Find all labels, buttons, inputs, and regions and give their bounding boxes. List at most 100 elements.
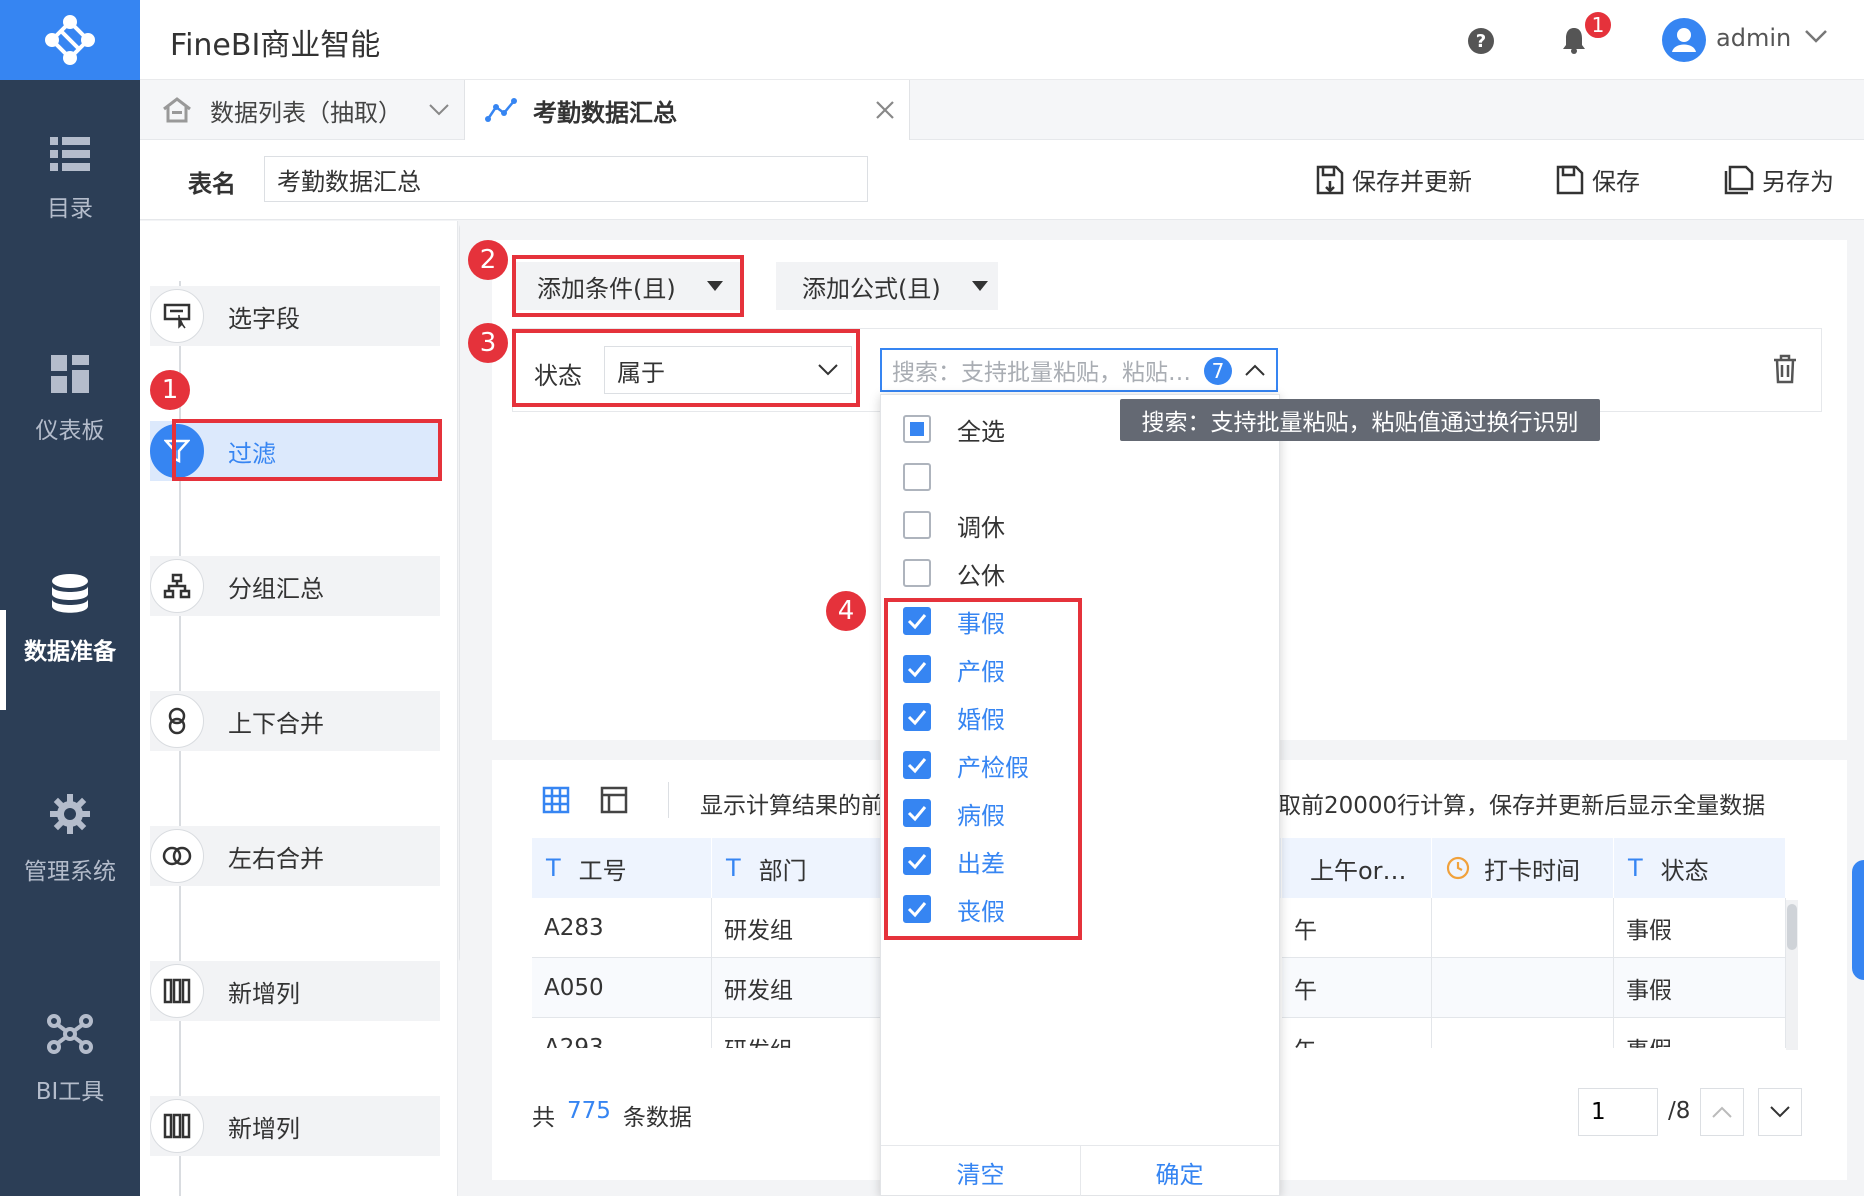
chevron-up-icon[interactable] bbox=[1244, 363, 1266, 377]
page-prev-button[interactable] bbox=[1700, 1088, 1744, 1136]
text-type-icon: T bbox=[546, 854, 561, 882]
save-as-button[interactable]: 另存为 bbox=[1724, 162, 1834, 197]
new-column-icon bbox=[150, 1099, 204, 1153]
col-label: 工号 bbox=[578, 856, 627, 885]
confirm-button[interactable]: 确定 bbox=[1080, 1155, 1279, 1190]
sidebar-item-label: 管理系统 bbox=[24, 859, 116, 885]
col-header-id[interactable]: T 工号 bbox=[532, 838, 712, 898]
col-label: 部门 bbox=[758, 856, 807, 885]
union-icon bbox=[150, 694, 204, 748]
app-logo[interactable] bbox=[0, 0, 140, 80]
tab-data-list[interactable]: 数据列表（抽取） bbox=[140, 80, 465, 140]
col-label: 打卡时间 bbox=[1484, 856, 1580, 885]
page-input[interactable] bbox=[1578, 1088, 1658, 1136]
grid-view-icon[interactable] bbox=[542, 786, 570, 818]
avatar[interactable] bbox=[1662, 18, 1706, 62]
delete-icon[interactable] bbox=[1772, 354, 1798, 388]
table-name-input[interactable] bbox=[264, 156, 868, 202]
option-item[interactable]: 调休 bbox=[903, 501, 1005, 549]
option-empty[interactable] bbox=[903, 453, 957, 501]
add-formula-label: 添加公式(且) bbox=[802, 274, 941, 303]
table-cell: 事假 bbox=[1614, 958, 1786, 1018]
save-update-icon bbox=[1316, 165, 1344, 194]
total-count-value: 775 bbox=[567, 1098, 611, 1124]
text-type-icon: T bbox=[1628, 854, 1643, 882]
steps-panel: 选字段 过滤 分组汇总 上下合并 左右合并 新增列 新增列 bbox=[140, 221, 469, 1196]
close-icon[interactable] bbox=[875, 100, 895, 120]
tab-label: 考勤数据汇总 bbox=[533, 98, 677, 127]
highlight-filter-step bbox=[172, 419, 442, 481]
home-icon bbox=[163, 97, 191, 123]
table-cell: A283 bbox=[532, 898, 712, 958]
table-scroll-thumb[interactable] bbox=[1787, 904, 1797, 950]
option-item[interactable]: 公休 bbox=[903, 549, 1005, 597]
sidebar-item-catalog[interactable]: 目录 bbox=[0, 105, 140, 255]
database-icon bbox=[52, 574, 88, 613]
table-cell: 研发组 bbox=[712, 1018, 892, 1048]
table-cell: 事假 bbox=[1614, 898, 1786, 958]
tab-attendance-summary[interactable]: 考勤数据汇总 bbox=[465, 80, 910, 140]
new-column-icon bbox=[150, 964, 204, 1018]
highlight-condition bbox=[512, 329, 860, 407]
step-new-column-2[interactable]: 新增列 bbox=[150, 1096, 440, 1156]
sidebar-item-data-prep[interactable]: 数据准备 bbox=[0, 545, 140, 695]
col-header-am[interactable]: 上午or… bbox=[1282, 838, 1432, 898]
top-bar: FineBI商业智能 ? 1 admin bbox=[140, 0, 1864, 80]
checkbox[interactable] bbox=[903, 463, 931, 491]
col-header-dept[interactable]: T 部门 bbox=[712, 838, 892, 898]
table-cell: 研发组 bbox=[712, 898, 892, 958]
add-formula-button[interactable]: 添加公式(且) bbox=[776, 262, 998, 310]
option-select-all[interactable]: 全选 bbox=[903, 405, 1005, 453]
page-total: /8 bbox=[1668, 1098, 1691, 1124]
clear-button[interactable]: 清空 bbox=[881, 1155, 1080, 1190]
trend-icon bbox=[485, 98, 517, 122]
step-new-column[interactable]: 新增列 bbox=[150, 961, 440, 1021]
checkbox[interactable] bbox=[903, 511, 931, 539]
chevron-down-icon[interactable] bbox=[428, 103, 450, 117]
step-label: 新增列 bbox=[228, 979, 300, 1008]
marker-3: 3 bbox=[468, 323, 508, 363]
step-label: 选字段 bbox=[228, 304, 300, 333]
step-union[interactable]: 上下合并 bbox=[150, 691, 440, 751]
bell-icon[interactable] bbox=[1562, 26, 1586, 58]
sidebar-item-dashboard[interactable]: 仪表板 bbox=[0, 325, 140, 475]
col-header-status[interactable]: T 状态 bbox=[1614, 838, 1786, 898]
option-label: 全选 bbox=[957, 417, 1005, 446]
checkbox[interactable] bbox=[903, 415, 931, 443]
save-button[interactable]: 保存 bbox=[1556, 162, 1640, 197]
step-join[interactable]: 左右合并 bbox=[150, 826, 440, 886]
sidebar-item-label: 仪表板 bbox=[35, 418, 105, 444]
layout-view-icon[interactable] bbox=[600, 786, 628, 818]
total-suffix: 条数据 bbox=[622, 1105, 692, 1131]
text-type-icon: T bbox=[726, 854, 741, 882]
step-select-fields[interactable]: 选字段 bbox=[150, 286, 440, 346]
sidebar-item-admin[interactable]: 管理系统 bbox=[0, 765, 140, 915]
col-header-time[interactable]: 打卡时间 bbox=[1432, 838, 1614, 898]
step-group-summary[interactable]: 分组汇总 bbox=[150, 556, 440, 616]
chevron-down-icon[interactable] bbox=[1804, 28, 1828, 48]
caret-down-icon bbox=[972, 281, 988, 291]
table-cell: 研发组 bbox=[712, 958, 892, 1018]
table-cell: 午 bbox=[1282, 958, 1432, 1018]
table-name-bar: 表名 保存并更新 保存 另存为 bbox=[140, 140, 1864, 220]
save-update-label: 保存并更新 bbox=[1352, 168, 1472, 196]
logo-icon bbox=[45, 15, 95, 65]
table-scrollbar[interactable] bbox=[1786, 900, 1798, 1050]
save-as-icon bbox=[1724, 165, 1754, 194]
checkbox[interactable] bbox=[903, 559, 931, 587]
value-search-input[interactable]: 搜索：支持批量粘贴，粘贴… 7 bbox=[880, 348, 1278, 392]
table-cell: A293 bbox=[532, 1018, 712, 1048]
username[interactable]: admin bbox=[1716, 24, 1791, 52]
chevron-down-icon bbox=[1770, 1106, 1790, 1118]
sidebar-item-bi-tools[interactable]: BI工具 bbox=[0, 985, 140, 1135]
total-prefix: 共 bbox=[532, 1105, 555, 1131]
help-icon[interactable]: ? bbox=[1468, 28, 1494, 54]
save-update-button[interactable]: 保存并更新 bbox=[1316, 162, 1472, 197]
side-collapse-handle[interactable] bbox=[1852, 860, 1864, 980]
marker-1: 1 bbox=[150, 370, 190, 410]
total-count: 共 775 条数据 bbox=[532, 1098, 692, 1132]
marker-4: 4 bbox=[826, 591, 866, 631]
save-label: 保存 bbox=[1592, 168, 1640, 196]
page-next-button[interactable] bbox=[1758, 1088, 1802, 1136]
sidebar-item-label: BI工具 bbox=[35, 1079, 105, 1105]
